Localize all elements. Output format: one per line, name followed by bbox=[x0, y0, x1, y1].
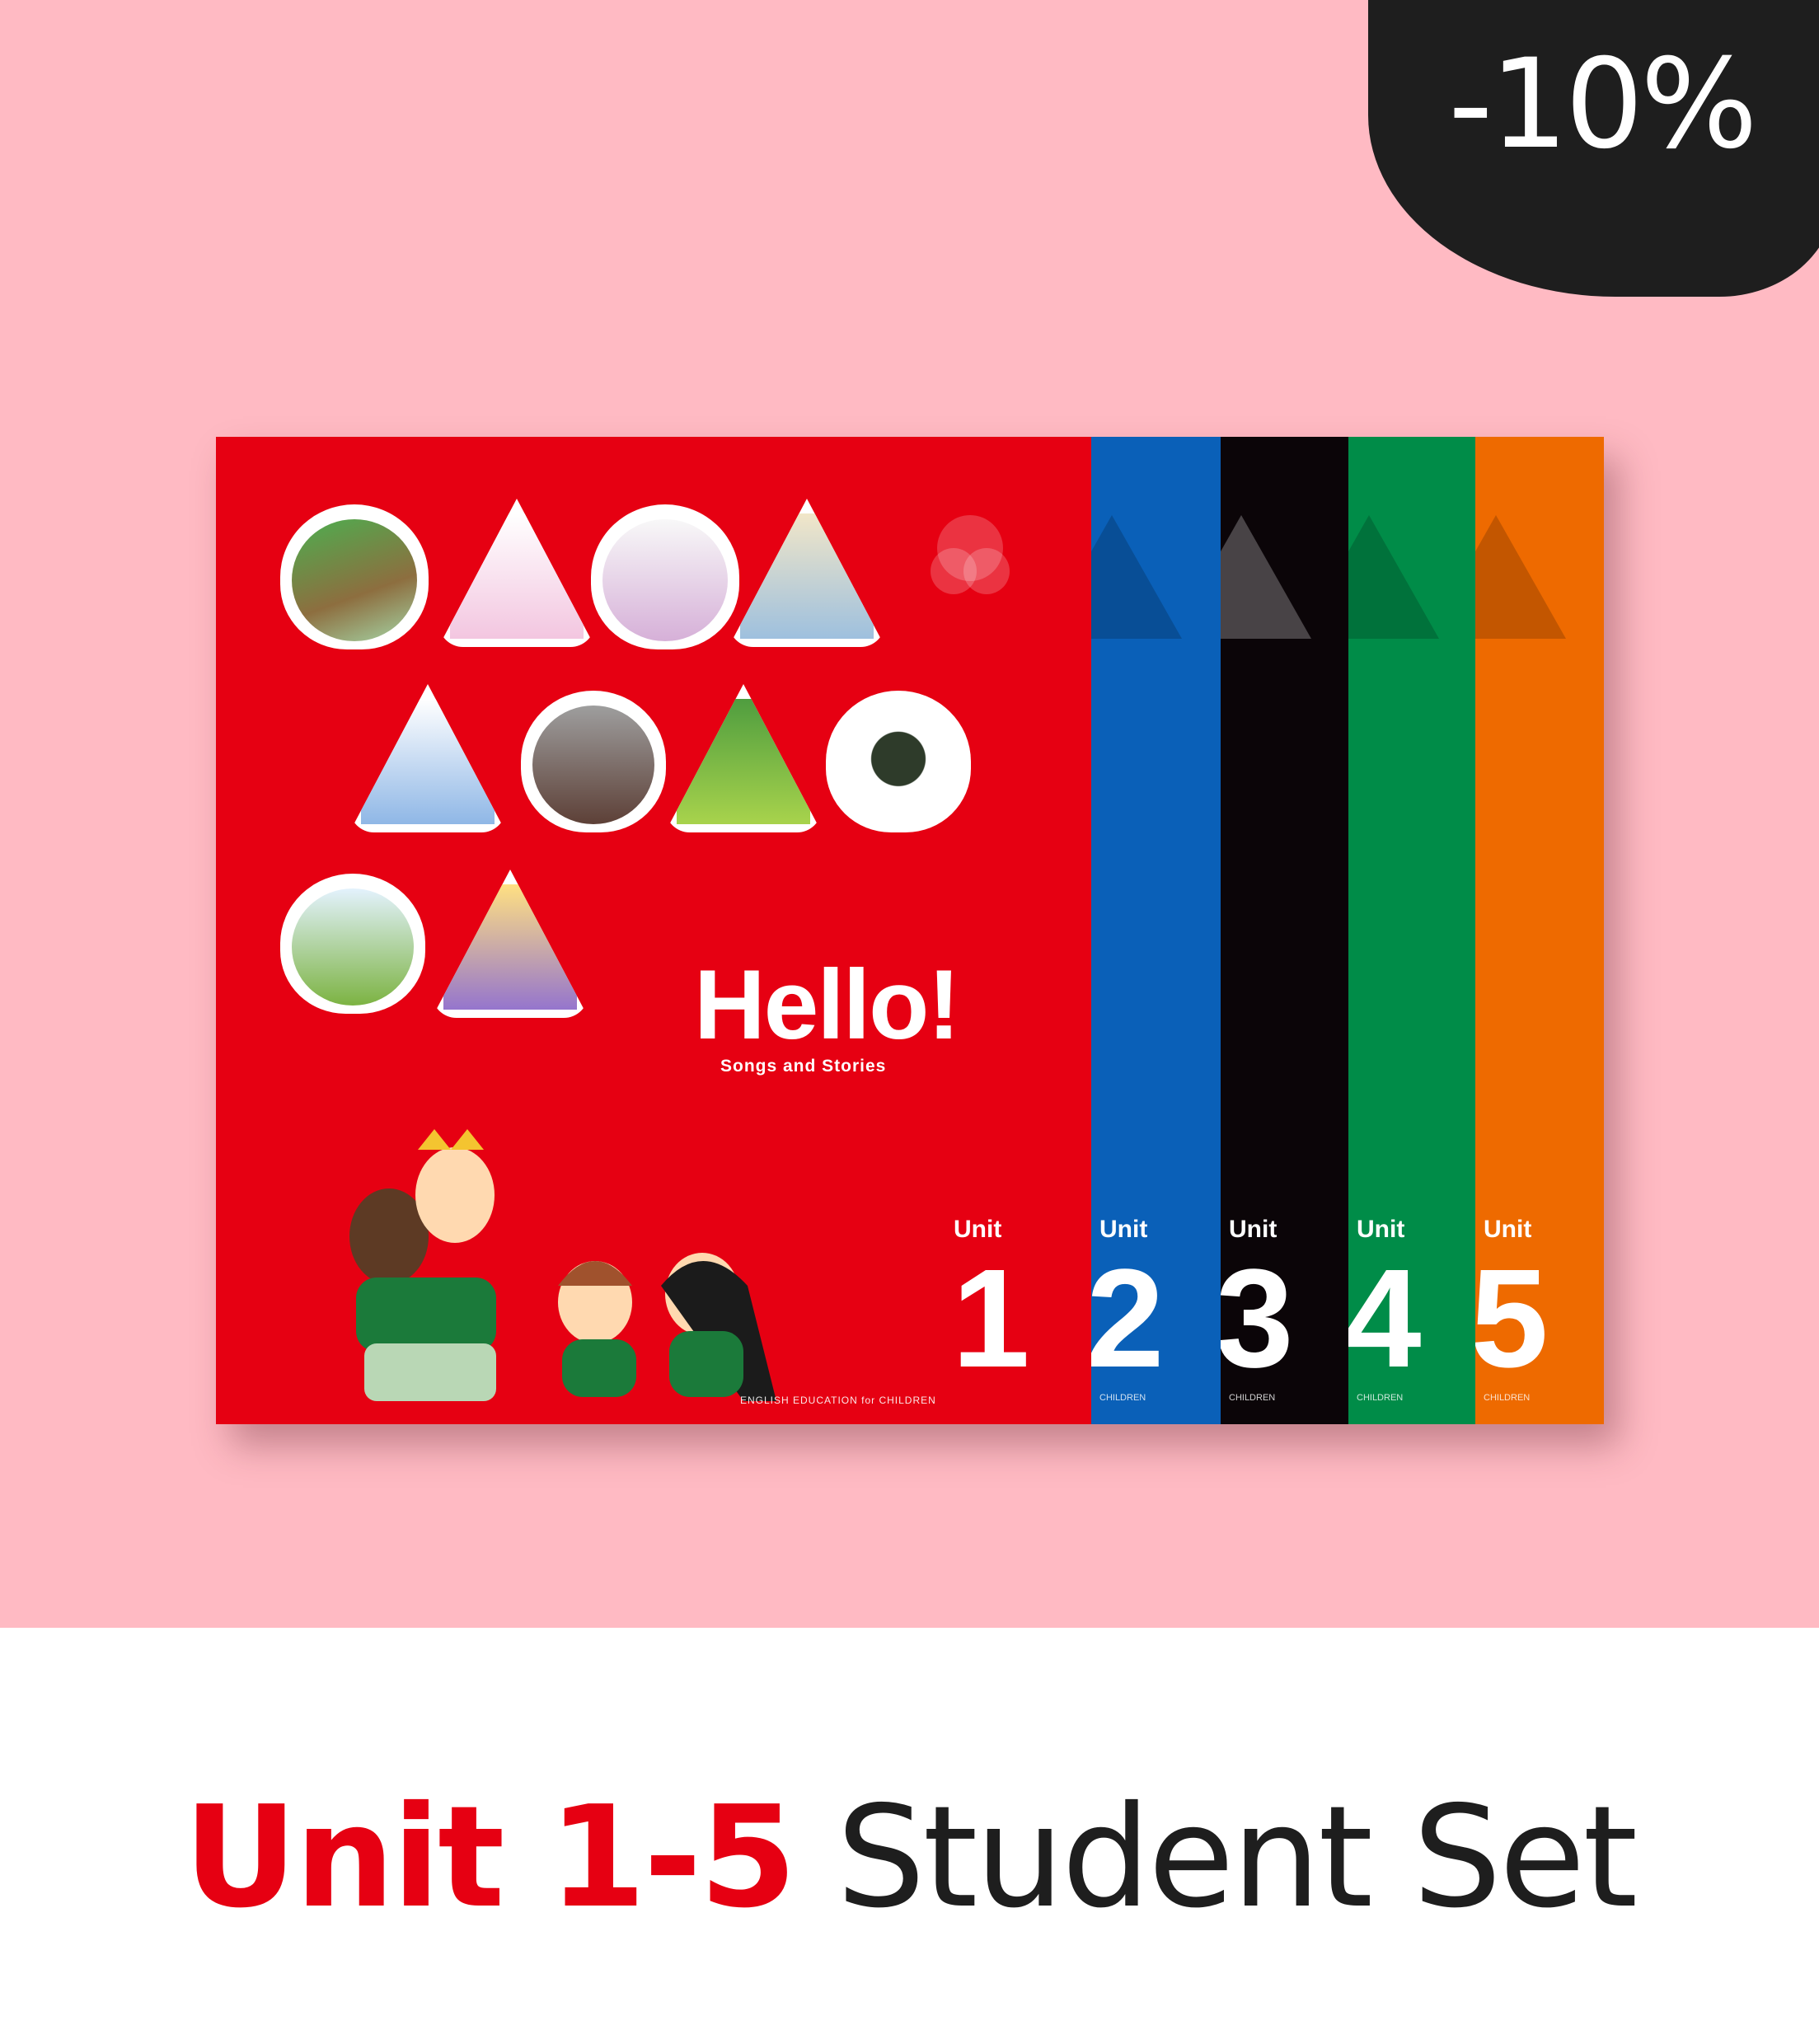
spine-unit-number: 3 bbox=[1221, 1240, 1294, 1397]
cover-title: Hello! bbox=[694, 949, 960, 1060]
logo-shape bbox=[1348, 515, 1439, 639]
cover-subtitle: Songs and Stories bbox=[720, 1057, 887, 1076]
book-spine-unit-4: Unit 4 CHILDREN bbox=[1348, 437, 1475, 1424]
product-title[interactable]: Unit 1-5 Student Set bbox=[0, 1776, 1819, 1939]
book-set-image: Unit 2 CHILDREN Unit 3 CHILDREN Unit 4 C… bbox=[216, 437, 1604, 1424]
cover-illustration bbox=[280, 504, 429, 649]
spine-unit-number: 2 bbox=[1091, 1240, 1165, 1397]
cover-illustration bbox=[729, 499, 885, 647]
spine-unit-number: 5 bbox=[1475, 1240, 1549, 1397]
product-card[interactable]: Unit 2 CHILDREN Unit 3 CHILDREN Unit 4 C… bbox=[0, 0, 1819, 2044]
spine-unit-number: 4 bbox=[1348, 1240, 1422, 1397]
cover-illustration bbox=[349, 684, 506, 832]
product-title-highlight: Unit 1-5 bbox=[183, 1776, 797, 1939]
spine-footer: CHILDREN bbox=[1229, 1393, 1276, 1403]
cover-unit-number: 1 bbox=[952, 1240, 1030, 1397]
discount-badge: -10% bbox=[1368, 0, 1819, 297]
children-illustration bbox=[349, 1129, 776, 1401]
logo-shape bbox=[1475, 515, 1566, 639]
cover-illustration bbox=[521, 691, 666, 832]
spine-unit-label: Unit bbox=[1484, 1216, 1532, 1243]
cover-illustration bbox=[665, 684, 822, 832]
product-image[interactable]: Unit 2 CHILDREN Unit 3 CHILDREN Unit 4 C… bbox=[0, 0, 1819, 1628]
book-spine-unit-5: Unit 5 CHILDREN bbox=[1475, 437, 1604, 1424]
cover-illustration bbox=[438, 499, 595, 647]
cover-illustration bbox=[280, 874, 425, 1014]
spine-unit-label: Unit bbox=[1229, 1216, 1278, 1243]
spine-unit-label: Unit bbox=[1357, 1216, 1405, 1243]
cover-illustration bbox=[432, 870, 588, 1018]
spine-unit-label: Unit bbox=[1099, 1216, 1148, 1243]
cover-unit-label: Unit bbox=[954, 1216, 1002, 1243]
spine-footer: CHILDREN bbox=[1484, 1393, 1531, 1403]
product-title-rest: Student Set bbox=[836, 1776, 1638, 1939]
logo-shape bbox=[1221, 515, 1311, 639]
cover-illustration bbox=[826, 691, 971, 832]
book-cover-unit-1: Hello! Songs and Stories Unit 1 ENGLISH … bbox=[216, 437, 1091, 1424]
book-spine-unit-3: Unit 3 CHILDREN bbox=[1221, 437, 1348, 1424]
logo-shape bbox=[1091, 515, 1182, 639]
cover-illustration bbox=[591, 504, 739, 649]
discount-text: -10% bbox=[1448, 33, 1758, 176]
publisher-logo-icon bbox=[931, 515, 1010, 594]
cover-footer: ENGLISH EDUCATION for CHILDREN bbox=[740, 1395, 936, 1406]
spine-footer: CHILDREN bbox=[1099, 1393, 1146, 1403]
spine-footer: CHILDREN bbox=[1357, 1393, 1404, 1403]
book-spine-unit-2: Unit 2 CHILDREN bbox=[1091, 437, 1221, 1424]
